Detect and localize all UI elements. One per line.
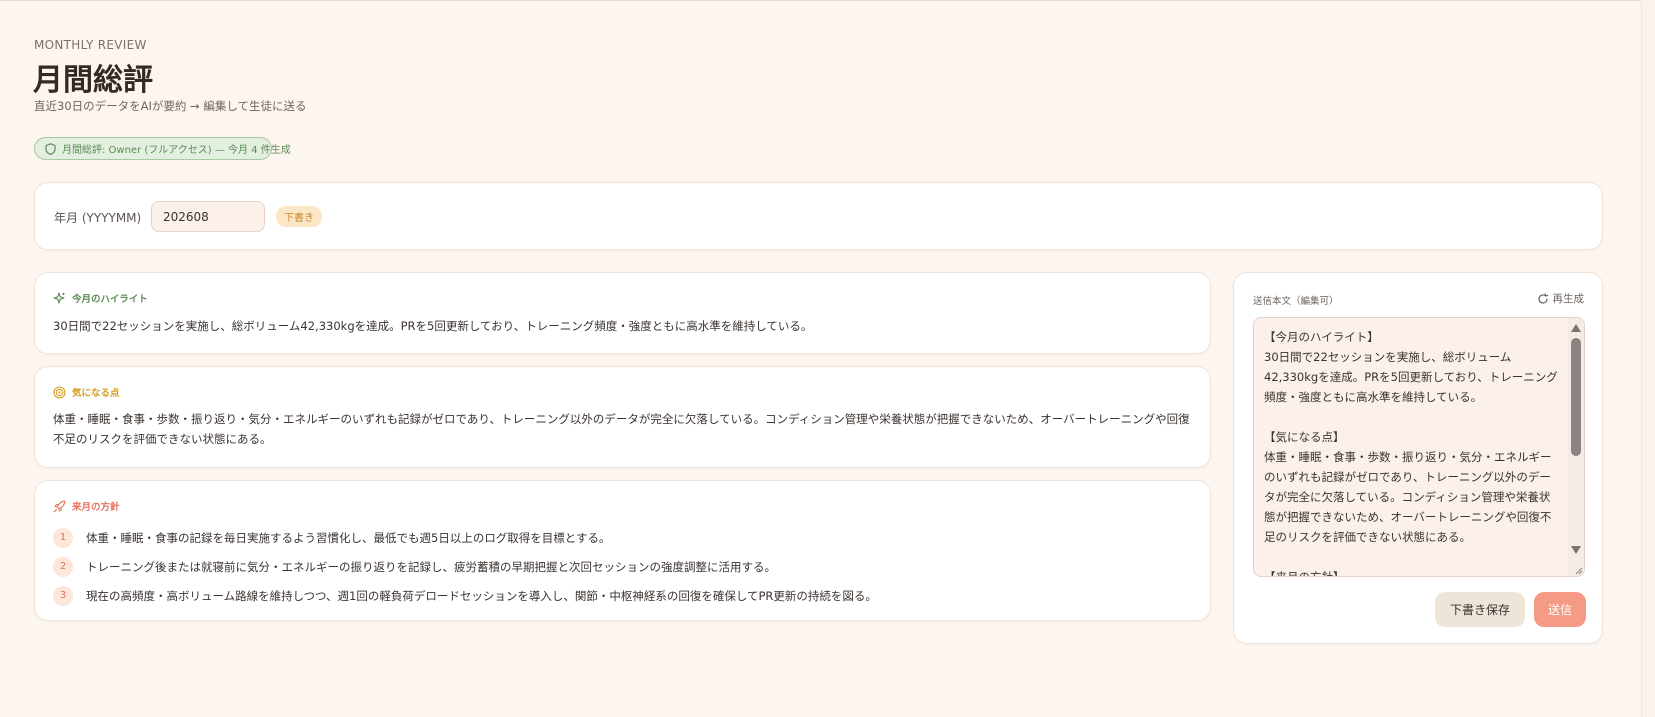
status-badge: 下書き xyxy=(276,206,322,227)
concern-heading: 気になる点 xyxy=(53,385,120,399)
page-eyebrow: MONTHLY REVIEW xyxy=(34,38,147,52)
page-title: 月間総評 xyxy=(33,63,153,98)
window-scrollbar[interactable] xyxy=(1641,0,1655,717)
highlight-body: 30日間で22セッションを実施し、総ボリューム42,330kgを達成。PRを5回… xyxy=(53,319,813,333)
send-body-label: 送信本文（編集可） xyxy=(1253,296,1339,307)
regenerate-button[interactable]: 再生成 xyxy=(1537,291,1585,306)
sparkle-icon xyxy=(53,291,65,304)
plan-list: 1 体重・睡眠・食事の記録を毎日実施するよう習慣化し、最低でも週5日以上のログ取… xyxy=(53,523,1192,610)
concern-section: 気になる点 体重・睡眠・食事・歩数・振り返り・気分・エネルギーのいずれも記録がゼ… xyxy=(34,366,1211,468)
send-button[interactable]: 送信 xyxy=(1534,592,1586,627)
plan-item-text: 体重・睡眠・食事の記録を毎日実施するよう習慣化し、最低でも週5日以上のログ取得を… xyxy=(86,530,611,545)
plan-item: 1 体重・睡眠・食事の記録を毎日実施するよう習慣化し、最低でも週5日以上のログ取… xyxy=(53,523,1192,552)
textarea-scrollbar[interactable] xyxy=(1568,318,1584,576)
plan-item-text: トレーニング後または就寝前に気分・エネルギーの振り返りを記録し、疲労蓄積の早期把… xyxy=(86,559,776,574)
month-label: 年月 (YYYYMM) xyxy=(54,211,142,225)
month-input[interactable] xyxy=(151,201,265,232)
plan-item-number: 3 xyxy=(53,585,73,606)
scroll-thumb[interactable] xyxy=(1571,338,1581,456)
plan-heading: 来月の方針 xyxy=(53,499,120,513)
refresh-icon xyxy=(1537,292,1548,304)
resize-handle-icon[interactable] xyxy=(1573,565,1583,575)
access-badge-text: 月間総評: Owner (フルアクセス) — 今月 4 件生成 xyxy=(62,145,291,156)
shield-icon xyxy=(45,142,56,155)
plan-item-text: 現在の高頻度・高ボリューム路線を維持しつつ、週1回の軽負荷デロードセッションを導… xyxy=(86,588,877,603)
save-draft-button[interactable]: 下書き保存 xyxy=(1435,592,1525,627)
plan-section: 来月の方針 1 体重・睡眠・食事の記録を毎日実施するよう習慣化し、最低でも週5日… xyxy=(34,480,1211,621)
send-body-text[interactable]: 【今月のハイライト】 30日間で22セッションを実施し、総ボリューム42,330… xyxy=(1254,318,1568,576)
highlight-title: 今月のハイライト xyxy=(72,294,148,305)
top-divider xyxy=(0,0,1655,1)
send-body-textarea[interactable]: 【今月のハイライト】 30日間で22セッションを実施し、総ボリューム42,330… xyxy=(1253,317,1585,577)
highlight-heading: 今月のハイライト xyxy=(53,291,148,305)
highlight-section: 今月のハイライト 30日間で22セッションを実施し、総ボリューム42,330kg… xyxy=(34,272,1211,354)
plan-item-number: 1 xyxy=(53,527,73,548)
scroll-up-arrow[interactable] xyxy=(1571,324,1581,332)
scroll-down-arrow[interactable] xyxy=(1571,546,1581,554)
send-panel: 送信本文（編集可） 再生成 【今月のハイライト】 30日間で22セッションを実施… xyxy=(1233,272,1603,644)
concern-body: 体重・睡眠・食事・歩数・振り返り・気分・エネルギーのいずれも記録がゼロであり、ト… xyxy=(53,412,1190,446)
plan-item: 3 現在の高頻度・高ボリューム路線を維持しつつ、週1回の軽負荷デロードセッション… xyxy=(53,581,1192,610)
concern-title: 気になる点 xyxy=(72,388,120,399)
plan-item: 2 トレーニング後または就寝前に気分・エネルギーの振り返りを記録し、疲労蓄積の早… xyxy=(53,552,1192,581)
target-icon xyxy=(53,385,66,399)
plan-title: 来月の方針 xyxy=(72,502,120,513)
page-subtitle: 直近30日のデータをAIが要約 → 編集して生徒に送る xyxy=(34,99,307,113)
plan-item-number: 2 xyxy=(53,556,73,577)
month-filter-card: 年月 (YYYYMM) 下書き xyxy=(34,182,1603,250)
regenerate-label: 再生成 xyxy=(1552,293,1585,305)
rocket-icon xyxy=(53,500,66,512)
access-badge: 月間総評: Owner (フルアクセス) — 今月 4 件生成 xyxy=(34,137,291,160)
